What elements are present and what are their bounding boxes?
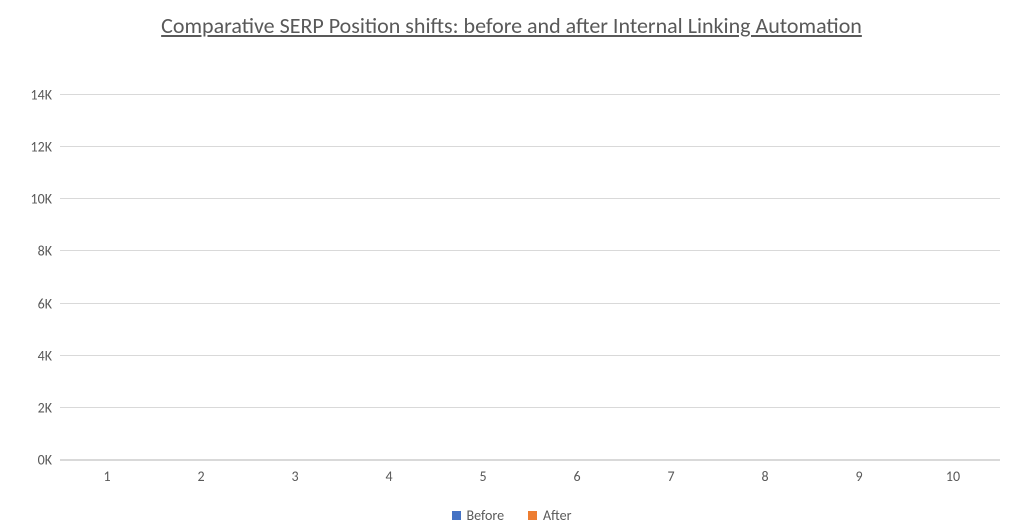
y-tick-label: 2K	[38, 399, 52, 416]
x-tick-label: 2	[197, 468, 204, 485]
x-tick-label: 5	[479, 468, 486, 485]
y-tick-label: 10K	[31, 191, 52, 208]
x-tick-label: 9	[855, 468, 862, 485]
x-tick-label: 4	[385, 468, 392, 485]
bars-group: 1 2 3 4 5	[60, 95, 1000, 460]
y-tick-label: 4K	[38, 347, 52, 364]
chart-container: Comparative SERP Position shifts: before…	[0, 0, 1023, 530]
y-tick-label: 6K	[38, 295, 52, 312]
legend-item-before: Before	[452, 507, 504, 524]
x-tick-label: 7	[667, 468, 674, 485]
legend-swatch-icon	[528, 511, 537, 520]
y-tick-label: 14K	[31, 87, 52, 104]
x-tick-label: 1	[103, 468, 110, 485]
x-tick-label: 8	[761, 468, 768, 485]
y-tick-label: 12K	[31, 139, 52, 156]
y-tick-label: 8K	[38, 243, 52, 260]
y-tick-label: 0K	[38, 452, 52, 469]
x-tick-label: 10	[946, 468, 960, 485]
x-tick-label: 6	[573, 468, 580, 485]
x-tick-label: 3	[291, 468, 298, 485]
legend-label: After	[543, 507, 571, 524]
chart-title: Comparative SERP Position shifts: before…	[0, 0, 1023, 41]
plot-area: 0K 2K 4K 6K 8K 10K 12K 14K 1	[60, 95, 1000, 461]
legend-item-after: After	[528, 507, 571, 524]
legend-label: Before	[467, 507, 504, 524]
legend-swatch-icon	[452, 511, 461, 520]
legend: Before After	[0, 507, 1023, 524]
